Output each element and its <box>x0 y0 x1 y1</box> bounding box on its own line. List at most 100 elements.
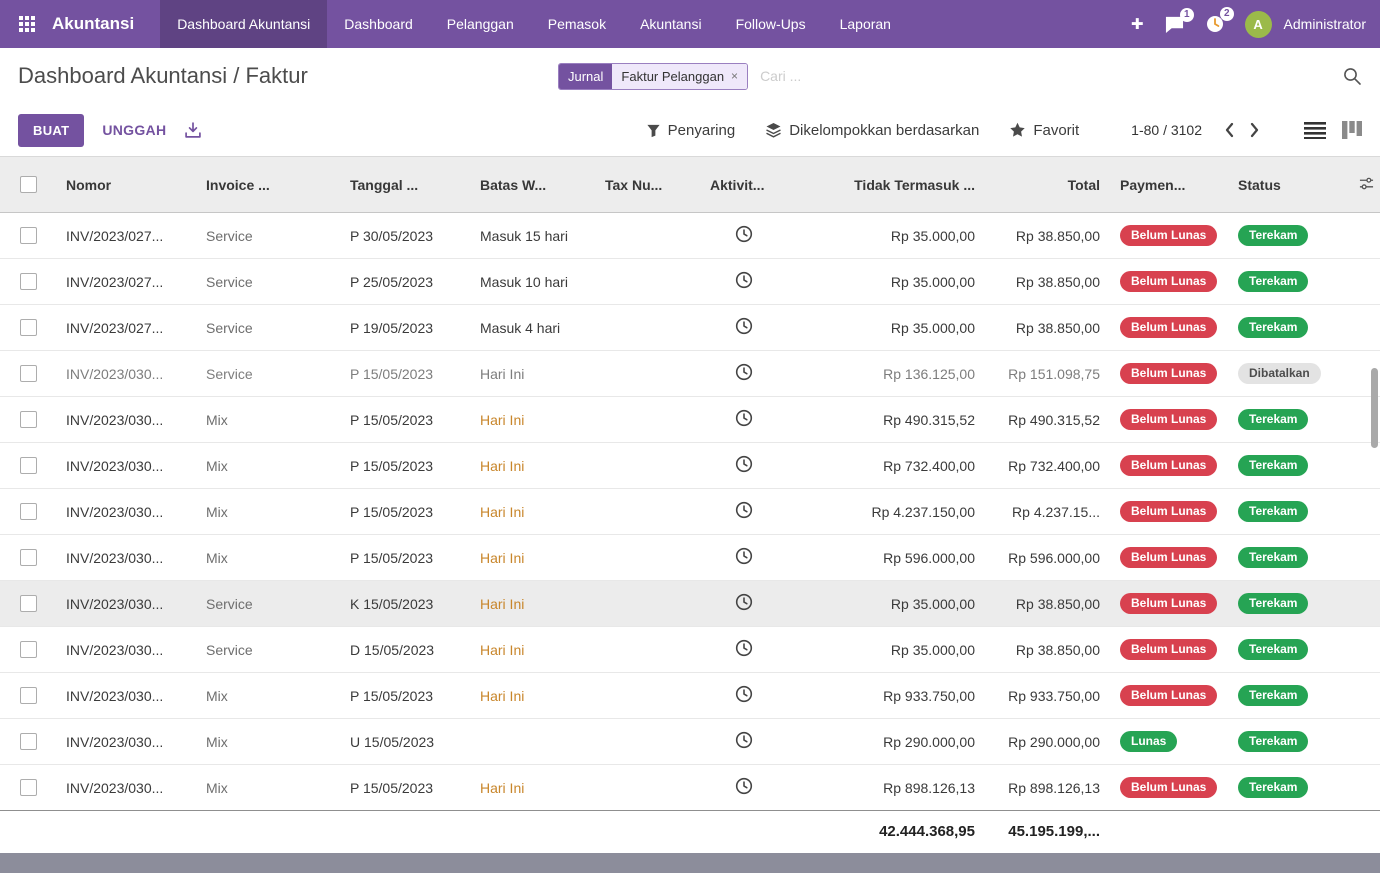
invoice-type-cell: Mix <box>196 673 340 719</box>
search-button[interactable] <box>1342 66 1362 86</box>
breadcrumb-parent[interactable]: Dashboard Akuntansi <box>18 63 227 88</box>
search-input[interactable] <box>758 67 1328 85</box>
row-checkbox[interactable] <box>20 687 37 704</box>
due-date-cell: Masuk 15 hari <box>470 213 595 259</box>
create-button[interactable]: BUAT <box>18 114 84 147</box>
table-row[interactable]: INV/2023/027... Service P 19/05/2023 Mas… <box>0 305 1380 351</box>
table-row[interactable]: INV/2023/030... Mix U 15/05/2023 Rp 290.… <box>0 719 1380 765</box>
menu-item-follow-ups[interactable]: Follow-Ups <box>719 0 823 48</box>
header-aktivitas[interactable]: Aktivit... <box>700 157 788 213</box>
status-cell: Terekam <box>1228 719 1348 765</box>
menu-item-dashboard[interactable]: Dashboard <box>327 0 430 48</box>
search-facet-value-text: Faktur Pelanggan <box>621 69 724 84</box>
payment-cell: Belum Lunas <box>1110 765 1228 811</box>
pager: 1-80 / 3102 <box>1131 120 1362 140</box>
row-checkbox[interactable] <box>20 503 37 520</box>
star-icon <box>1009 122 1026 138</box>
total-amount-cell: Rp 290.000,00 <box>985 719 1110 765</box>
table-row[interactable]: INV/2023/030... Service K 15/05/2023 Har… <box>0 581 1380 627</box>
row-checkbox[interactable] <box>20 595 37 612</box>
avatar[interactable]: A <box>1245 11 1272 38</box>
row-checkbox[interactable] <box>20 549 37 566</box>
app-brand[interactable]: Akuntansi <box>52 14 134 34</box>
header-batas-waktu[interactable]: Batas W... <box>470 157 595 213</box>
table-row[interactable]: INV/2023/027... Service P 25/05/2023 Mas… <box>0 259 1380 305</box>
table-row[interactable]: INV/2023/030... Mix P 15/05/2023 Hari In… <box>0 489 1380 535</box>
row-checkbox[interactable] <box>20 319 37 336</box>
favorites-menu[interactable]: Favorit <box>1009 122 1079 139</box>
row-checkbox[interactable] <box>20 365 37 382</box>
activity-clock-icon[interactable] <box>735 547 753 565</box>
activity-clock-icon[interactable] <box>735 271 753 289</box>
activity-clock-icon[interactable] <box>735 593 753 611</box>
header-payment[interactable]: Paymen... <box>1110 157 1228 213</box>
select-all-checkbox[interactable] <box>20 176 37 193</box>
header-tidak-termasuk[interactable]: Tidak Termasuk ... <box>788 157 985 213</box>
due-date-cell: Hari Ini <box>470 351 595 397</box>
messages-menu[interactable]: 1 <box>1164 15 1185 34</box>
list-view-button[interactable] <box>1304 121 1326 139</box>
activity-clock-icon[interactable] <box>735 317 753 335</box>
header-tanggal[interactable]: Tanggal ... <box>340 157 470 213</box>
invoice-number-cell: INV/2023/030... <box>56 443 196 489</box>
table-row[interactable]: INV/2023/030... Mix P 15/05/2023 Hari In… <box>0 443 1380 489</box>
facet-remove-icon[interactable]: × <box>731 70 738 82</box>
header-invoice[interactable]: Invoice ... <box>196 157 340 213</box>
payment-status-badge: Belum Lunas <box>1120 225 1217 246</box>
payment-status-badge: Belum Lunas <box>1120 409 1217 430</box>
header-nomor[interactable]: Nomor <box>56 157 196 213</box>
upload-button[interactable]: UNGGAH <box>102 122 166 138</box>
header-tax-number[interactable]: Tax Nu... <box>595 157 700 213</box>
status-badge: Terekam <box>1238 317 1308 338</box>
header-total[interactable]: Total <box>985 157 1110 213</box>
activity-clock-icon[interactable] <box>735 363 753 381</box>
scrollbar-thumb[interactable] <box>1371 368 1378 448</box>
status-cell: Terekam <box>1228 673 1348 719</box>
import-button[interactable] <box>184 122 202 139</box>
activities-menu[interactable]: 2 <box>1205 14 1225 34</box>
activity-clock-icon[interactable] <box>735 777 753 795</box>
row-checkbox[interactable] <box>20 411 37 428</box>
row-checkbox[interactable] <box>20 733 37 750</box>
activity-clock-icon[interactable] <box>735 501 753 519</box>
status-badge: Terekam <box>1238 593 1308 614</box>
filters-menu[interactable]: Penyaring <box>646 122 736 139</box>
table-row[interactable]: INV/2023/030... Mix P 15/05/2023 Hari In… <box>0 535 1380 581</box>
menu-item-dashboard-akuntansi[interactable]: Dashboard Akuntansi <box>160 0 327 48</box>
group-by-menu[interactable]: Dikelompokkan berdasarkan <box>765 122 979 139</box>
table-row[interactable]: INV/2023/030... Mix P 15/05/2023 Hari In… <box>0 673 1380 719</box>
table-row[interactable]: INV/2023/030... Service P 15/05/2023 Har… <box>0 351 1380 397</box>
row-checkbox[interactable] <box>20 457 37 474</box>
pager-next-button[interactable] <box>1242 120 1268 140</box>
row-checkbox[interactable] <box>20 779 37 796</box>
menu-item-pemasok[interactable]: Pemasok <box>531 0 623 48</box>
activity-clock-icon[interactable] <box>735 409 753 427</box>
menu-item-pelanggan[interactable]: Pelanggan <box>430 0 531 48</box>
header-status[interactable]: Status <box>1228 157 1348 213</box>
table-row[interactable]: INV/2023/027... Service P 30/05/2023 Mas… <box>0 213 1380 259</box>
quick-create-button[interactable]: ✚ <box>1131 15 1144 33</box>
header-options[interactable] <box>1348 157 1380 213</box>
activity-clock-icon[interactable] <box>735 455 753 473</box>
invoice-number-cell: INV/2023/030... <box>56 397 196 443</box>
table-row[interactable]: INV/2023/030... Mix P 15/05/2023 Hari In… <box>0 765 1380 811</box>
row-checkbox[interactable] <box>20 227 37 244</box>
menu-item-akuntansi[interactable]: Akuntansi <box>623 0 718 48</box>
activity-clock-icon[interactable] <box>735 731 753 749</box>
invoice-type-cell: Mix <box>196 489 340 535</box>
activity-clock-icon[interactable] <box>735 639 753 657</box>
apps-menu-button[interactable] <box>10 0 44 48</box>
search-bar: Jurnal Faktur Pelanggan × <box>558 59 1328 93</box>
menu-item-laporan[interactable]: Laporan <box>823 0 908 48</box>
kanban-view-button[interactable] <box>1342 121 1362 139</box>
row-checkbox[interactable] <box>20 273 37 290</box>
activity-clock-icon[interactable] <box>735 225 753 243</box>
user-menu[interactable]: Administrator <box>1284 16 1366 32</box>
invoice-date-cell: P 15/05/2023 <box>340 765 470 811</box>
tax-number-cell <box>595 673 700 719</box>
table-row[interactable]: INV/2023/030... Service D 15/05/2023 Har… <box>0 627 1380 673</box>
activity-clock-icon[interactable] <box>735 685 753 703</box>
table-row[interactable]: INV/2023/030... Mix P 15/05/2023 Hari In… <box>0 397 1380 443</box>
pager-previous-button[interactable] <box>1216 120 1242 140</box>
row-checkbox[interactable] <box>20 641 37 658</box>
